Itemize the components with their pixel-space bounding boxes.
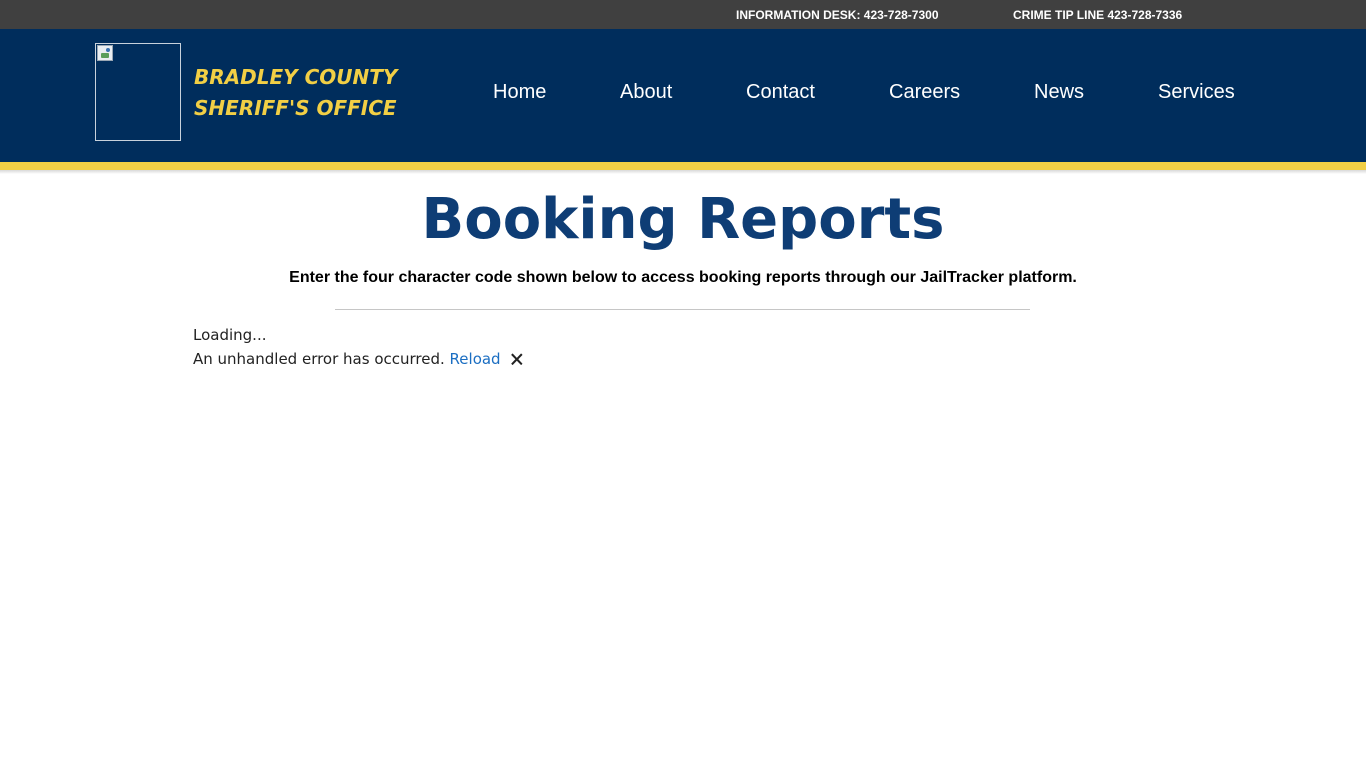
crime-tip-line-phone: CRIME TIP LINE 423-728-7336 — [1013, 8, 1183, 22]
nav-item-contact[interactable]: Contact — [746, 81, 815, 104]
page-title: Booking Reports — [421, 187, 945, 252]
information-desk-phone: INFORMATION DESK: 423-728-7300 — [736, 8, 939, 22]
reload-link[interactable]: Reload — [450, 350, 501, 368]
content-divider — [335, 309, 1030, 310]
nav-item-services[interactable]: Services — [1158, 81, 1235, 104]
page-subtitle: Enter the four character code shown belo… — [289, 269, 1077, 286]
site-header: BRADLEY COUNTY SHERIFF'S OFFICE Home Abo… — [0, 29, 1366, 162]
header-accent-stripe — [0, 162, 1366, 170]
close-icon[interactable]: 🗙 — [510, 349, 523, 369]
error-message: An unhandled error has occurred. — [193, 350, 445, 368]
nav-item-about[interactable]: About — [620, 81, 672, 104]
header-shadow — [0, 170, 1366, 174]
nav-item-careers[interactable]: Careers — [889, 81, 960, 104]
error-banner: An unhandled error has occurred. Reload … — [193, 349, 523, 369]
top-info-bar: INFORMATION DESK: 423-728-7300 CRIME TIP… — [0, 0, 1366, 29]
loading-message: Loading... — [193, 326, 267, 344]
nav-item-home[interactable]: Home — [493, 81, 546, 104]
nav-item-news[interactable]: News — [1034, 81, 1084, 104]
main-nav: Home About Contact Careers News Services — [0, 29, 1366, 162]
